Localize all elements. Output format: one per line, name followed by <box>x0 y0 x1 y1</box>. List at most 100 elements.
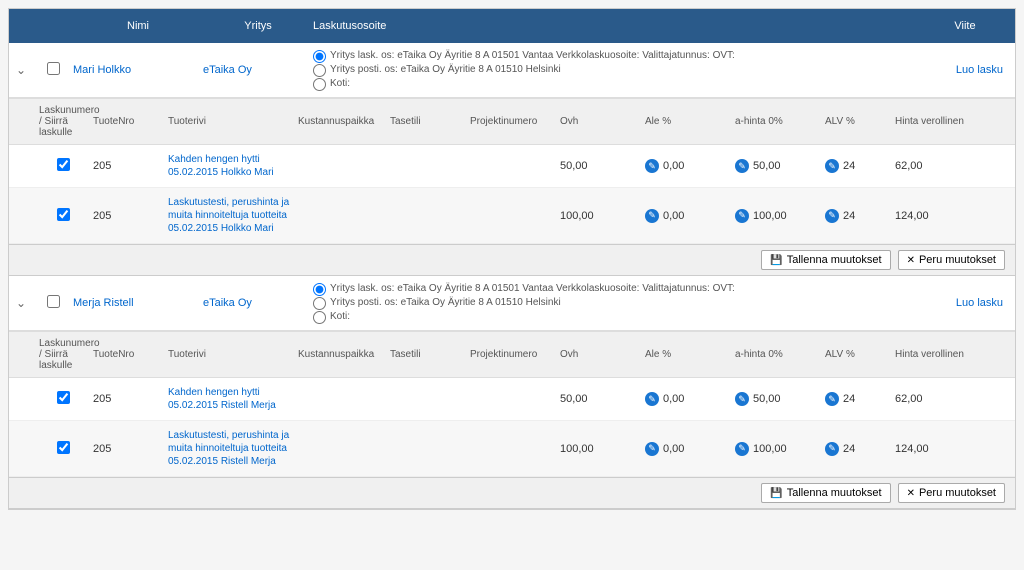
subheader-price: Hinta verollinen <box>895 349 1015 360</box>
line-price: 124,00 <box>895 210 1015 222</box>
subheader-ovh: Ovh <box>560 349 645 360</box>
subheader-projectno: Projektinumero <box>470 349 560 360</box>
line-alv: 24 <box>843 443 855 455</box>
address-radio-company-invoice[interactable] <box>313 283 326 296</box>
create-invoice-link[interactable]: Luo lasku <box>956 64 1003 76</box>
line-ahinta: 50,00 <box>753 393 781 405</box>
cancel-button[interactable]: ✕Peru muutokset <box>898 483 1005 503</box>
line-items-header: Laskunumero / Siirrä laskulle TuoteNro T… <box>9 98 1015 145</box>
line-ovh: 50,00 <box>560 393 645 405</box>
customer-company[interactable]: eTaika Oy <box>203 64 313 76</box>
subheader-productno: TuoteNro <box>93 116 168 127</box>
header-address: Laskutusosoite <box>313 20 915 32</box>
edit-icon[interactable]: ✎ <box>825 209 839 223</box>
line-checkbox[interactable] <box>57 208 70 221</box>
subheader-account: Tasetili <box>390 349 470 360</box>
customer-row: ⌄ Merja Ristell eTaika Oy Yritys lask. o… <box>9 276 1015 331</box>
line-ale: 0,00 <box>663 443 684 455</box>
subheader-alv: ALV % <box>825 349 895 360</box>
customer-checkbox[interactable] <box>47 62 60 75</box>
address-radio-company-post[interactable] <box>313 64 326 77</box>
cancel-button[interactable]: ✕Peru muutokset <box>898 250 1005 270</box>
subheader-ale: Ale % <box>645 349 735 360</box>
customer-name[interactable]: Mari Holkko <box>73 64 203 76</box>
edit-icon[interactable]: ✎ <box>645 392 659 406</box>
line-item: 205 Laskutustesti, perushinta ja muita h… <box>9 421 1015 477</box>
edit-icon[interactable]: ✎ <box>645 442 659 456</box>
header-reference: Viite <box>915 20 1015 32</box>
line-checkbox[interactable] <box>57 391 70 404</box>
address-radio-company-post[interactable] <box>313 297 326 310</box>
subheader-productline: Tuoterivi <box>168 348 298 361</box>
edit-icon[interactable]: ✎ <box>735 159 749 173</box>
subheader-ale: Ale % <box>645 116 735 127</box>
address-radio-company-invoice[interactable] <box>313 50 326 63</box>
subheader-ovh: Ovh <box>560 116 645 127</box>
line-checkbox[interactable] <box>57 441 70 454</box>
line-ale: 0,00 <box>663 210 684 222</box>
line-productno: 205 <box>93 443 168 455</box>
edit-icon[interactable]: ✎ <box>735 392 749 406</box>
header-name: Nimi <box>73 20 203 32</box>
edit-icon[interactable]: ✎ <box>735 209 749 223</box>
line-description[interactable]: Kahden hengen hytti 05.02.2015 Holkko Ma… <box>168 153 298 179</box>
line-productno: 205 <box>93 160 168 172</box>
line-description[interactable]: Kahden hengen hytti 05.02.2015 Ristell M… <box>168 386 298 412</box>
close-icon: ✕ <box>907 255 915 266</box>
save-button[interactable]: 💾Tallenna muutokset <box>761 250 890 270</box>
customer-company[interactable]: eTaika Oy <box>203 297 313 309</box>
subheader-projectno: Projektinumero <box>470 116 560 127</box>
customer-checkbox[interactable] <box>47 295 60 308</box>
subheader-costcenter: Kustannuspaikka <box>298 116 390 127</box>
line-description[interactable]: Laskutustesti, perushinta ja muita hinno… <box>168 429 298 468</box>
line-price: 62,00 <box>895 393 1015 405</box>
edit-icon[interactable]: ✎ <box>645 209 659 223</box>
save-icon: 💾 <box>770 488 782 499</box>
save-button[interactable]: 💾Tallenna muutokset <box>761 483 890 503</box>
line-ahinta: 100,00 <box>753 210 787 222</box>
edit-icon[interactable]: ✎ <box>645 159 659 173</box>
subheader-ahinta: a-hinta 0% <box>735 349 825 360</box>
line-alv: 24 <box>843 210 855 222</box>
create-invoice-link[interactable]: Luo lasku <box>956 297 1003 309</box>
line-item: 205 Kahden hengen hytti 05.02.2015 Riste… <box>9 378 1015 421</box>
edit-icon[interactable]: ✎ <box>735 442 749 456</box>
line-items-header: Laskunumero / Siirrä laskulle TuoteNro T… <box>9 331 1015 378</box>
address-radio-home[interactable] <box>313 78 326 91</box>
line-item: 205 Kahden hengen hytti 05.02.2015 Holkk… <box>9 145 1015 188</box>
header-company: Yritys <box>203 20 313 32</box>
line-alv: 24 <box>843 160 855 172</box>
line-productno: 205 <box>93 393 168 405</box>
line-ovh: 100,00 <box>560 210 645 222</box>
line-productno: 205 <box>93 210 168 222</box>
line-ale: 0,00 <box>663 393 684 405</box>
chevron-down-icon[interactable]: ⌄ <box>16 63 26 77</box>
table-header: Nimi Yritys Laskutusosoite Viite <box>9 9 1015 43</box>
address-options: Yritys lask. os: eTaika Oy Äyritie 8 A 0… <box>313 282 915 324</box>
subheader-alv: ALV % <box>825 116 895 127</box>
line-checkbox[interactable] <box>57 158 70 171</box>
address-radio-home[interactable] <box>313 311 326 324</box>
subheader-account: Tasetili <box>390 116 470 127</box>
subheader-ahinta: a-hinta 0% <box>735 116 825 127</box>
actions-row: 💾Tallenna muutokset ✕Peru muutokset <box>9 477 1015 509</box>
customer-row: ⌄ Mari Holkko eTaika Oy Yritys lask. os:… <box>9 43 1015 98</box>
actions-row: 💾Tallenna muutokset ✕Peru muutokset <box>9 244 1015 276</box>
subheader-productno: TuoteNro <box>93 349 168 360</box>
save-icon: 💾 <box>770 255 782 266</box>
line-price: 62,00 <box>895 160 1015 172</box>
edit-icon[interactable]: ✎ <box>825 159 839 173</box>
line-alv: 24 <box>843 393 855 405</box>
line-price: 124,00 <box>895 443 1015 455</box>
subheader-price: Hinta verollinen <box>895 116 1015 127</box>
line-item: 205 Laskutustesti, perushinta ja muita h… <box>9 188 1015 244</box>
subheader-invoice: Laskunumero / Siirrä laskulle <box>33 338 93 371</box>
edit-icon[interactable]: ✎ <box>825 442 839 456</box>
chevron-down-icon[interactable]: ⌄ <box>16 296 26 310</box>
address-options: Yritys lask. os: eTaika Oy Äyritie 8 A 0… <box>313 49 915 91</box>
edit-icon[interactable]: ✎ <box>825 392 839 406</box>
line-ovh: 50,00 <box>560 160 645 172</box>
subheader-costcenter: Kustannuspaikka <box>298 349 390 360</box>
customer-name[interactable]: Merja Ristell <box>73 297 203 309</box>
line-description[interactable]: Laskutustesti, perushinta ja muita hinno… <box>168 196 298 235</box>
